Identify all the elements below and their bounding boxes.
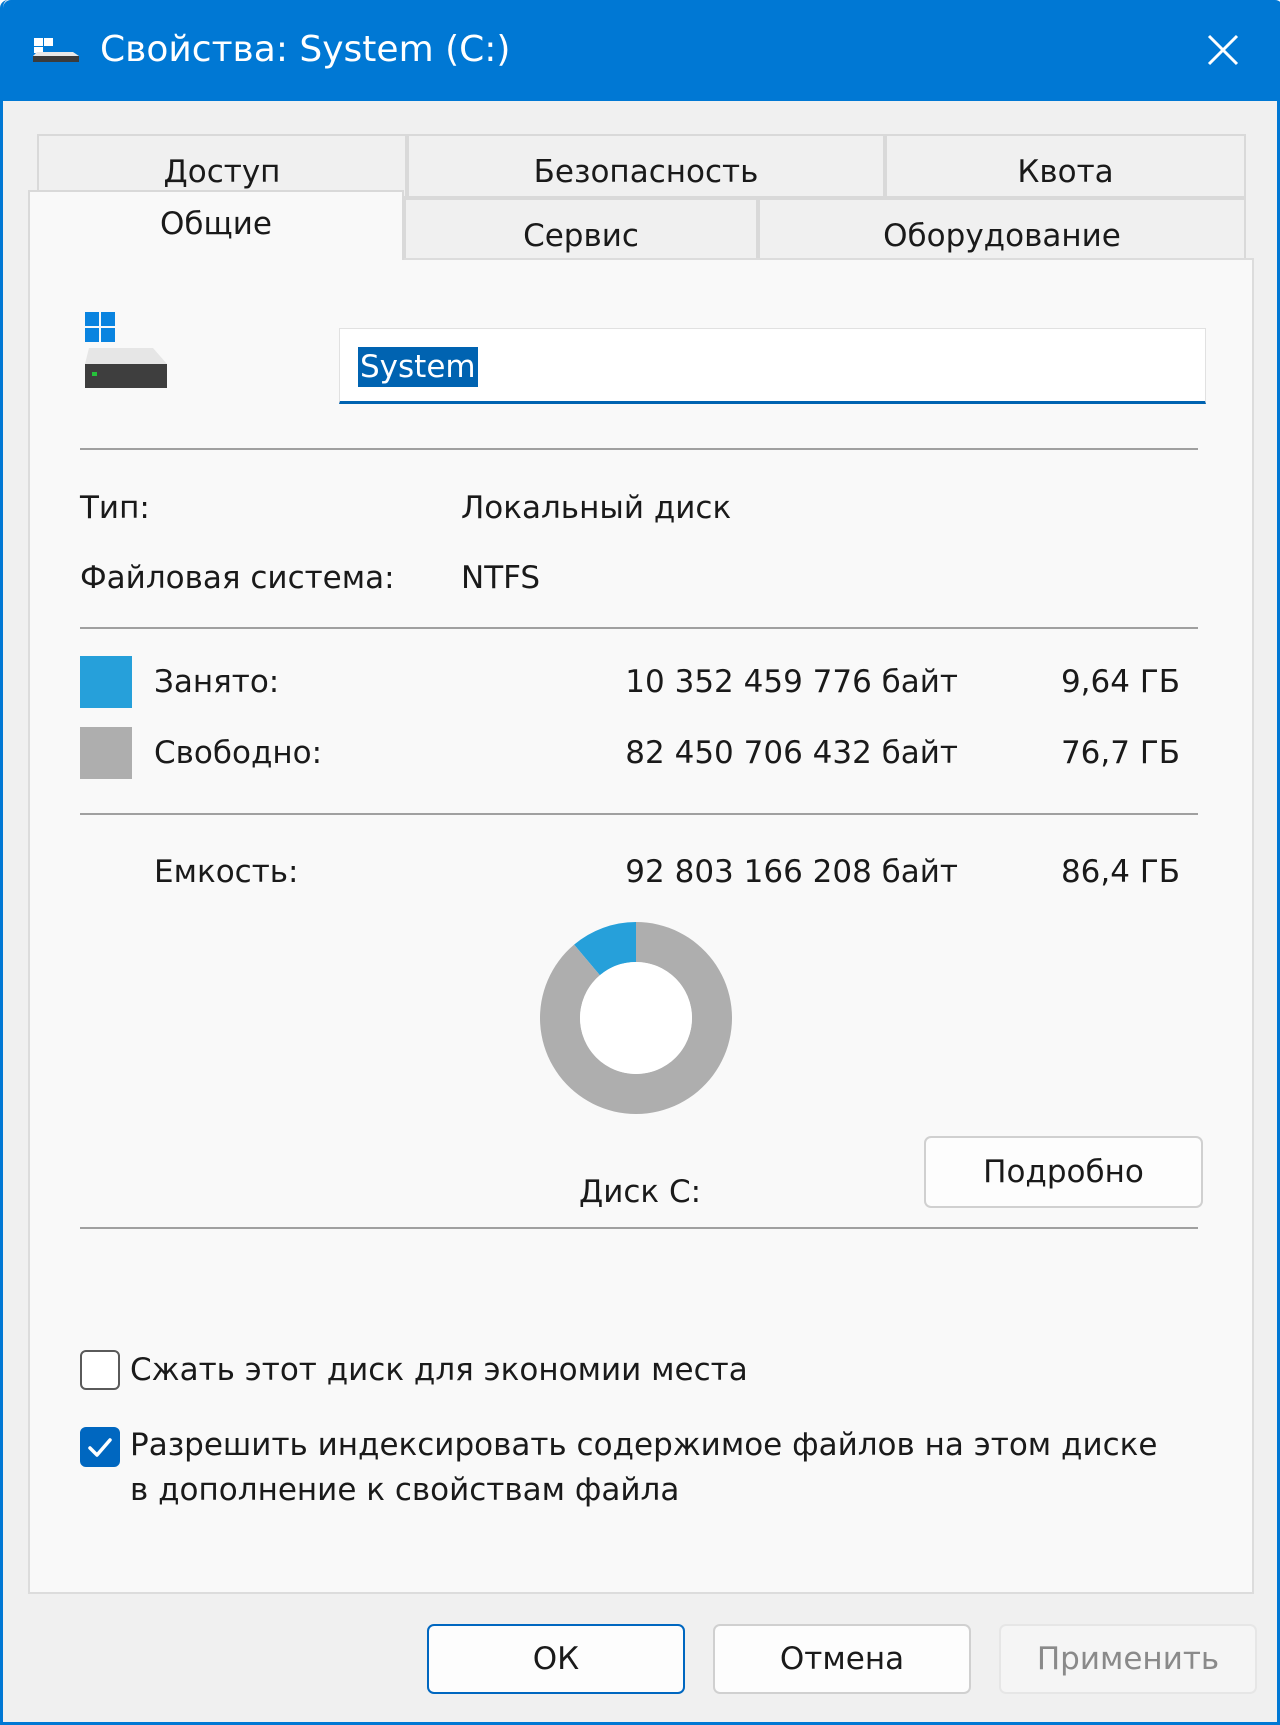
free-bytes: 82 450 706 432 байт [625, 735, 958, 771]
title-bar: Свойства: System (C:) [3, 0, 1280, 101]
volume-name-value: System [358, 347, 478, 387]
close-icon[interactable] [1193, 20, 1253, 80]
file-system-label: Файловая система: [80, 560, 395, 596]
file-system-value: NTFS [461, 560, 541, 596]
compress-drive-label: Сжать этот диск для экономии места [130, 1352, 748, 1388]
used-label: Занято: [154, 664, 280, 700]
divider [80, 627, 1198, 629]
properties-window: Свойства: System (C:) Доступ Безопасност… [0, 0, 1280, 1725]
disk-usage-chart [540, 922, 732, 1114]
used-size: 9,64 ГБ [1060, 664, 1180, 700]
volume-name-input[interactable]: System [339, 328, 1206, 404]
cancel-button[interactable]: Отмена [713, 1624, 971, 1694]
type-value: Локальный диск [461, 490, 732, 526]
type-label: Тип: [80, 490, 150, 526]
free-space-swatch [80, 727, 132, 779]
tab-access[interactable]: Доступ [37, 134, 407, 198]
tab-security[interactable]: Безопасность [407, 134, 885, 198]
checkmark-icon [88, 1438, 112, 1457]
capacity-size: 86,4 ГБ [1060, 854, 1180, 890]
ok-button[interactable]: ОК [427, 1624, 685, 1694]
compress-drive-checkbox[interactable] [80, 1350, 120, 1390]
chart-center [580, 962, 692, 1074]
system-drive-icon [85, 312, 167, 388]
window-title: Свойства: System (C:) [100, 29, 511, 70]
disk-label: Диск C: [579, 1174, 702, 1210]
used-bytes: 10 352 459 776 байт [625, 664, 958, 700]
drive-icon [33, 38, 79, 62]
allow-indexing-checkbox[interactable] [80, 1427, 120, 1467]
capacity-label: Емкость: [154, 854, 299, 890]
used-space-swatch [80, 656, 132, 708]
divider [80, 813, 1198, 815]
capacity-bytes: 92 803 166 208 байт [625, 854, 958, 890]
tab-general[interactable]: Общие [28, 190, 404, 260]
allow-indexing-label-line2: в дополнение к свойствам файла [130, 1472, 680, 1508]
divider [80, 1227, 1198, 1229]
apply-button[interactable]: Применить [999, 1624, 1257, 1694]
free-label: Свободно: [154, 735, 323, 771]
tab-quota[interactable]: Квота [885, 134, 1246, 198]
details-button[interactable]: Подробно [924, 1136, 1203, 1208]
divider [80, 448, 1198, 450]
free-size: 76,7 ГБ [1060, 735, 1180, 771]
tab-tools[interactable]: Сервис [404, 198, 758, 260]
tab-hardware[interactable]: Оборудование [758, 198, 1246, 260]
allow-indexing-label-line1: Разрешить индексировать содержимое файло… [130, 1427, 1158, 1463]
